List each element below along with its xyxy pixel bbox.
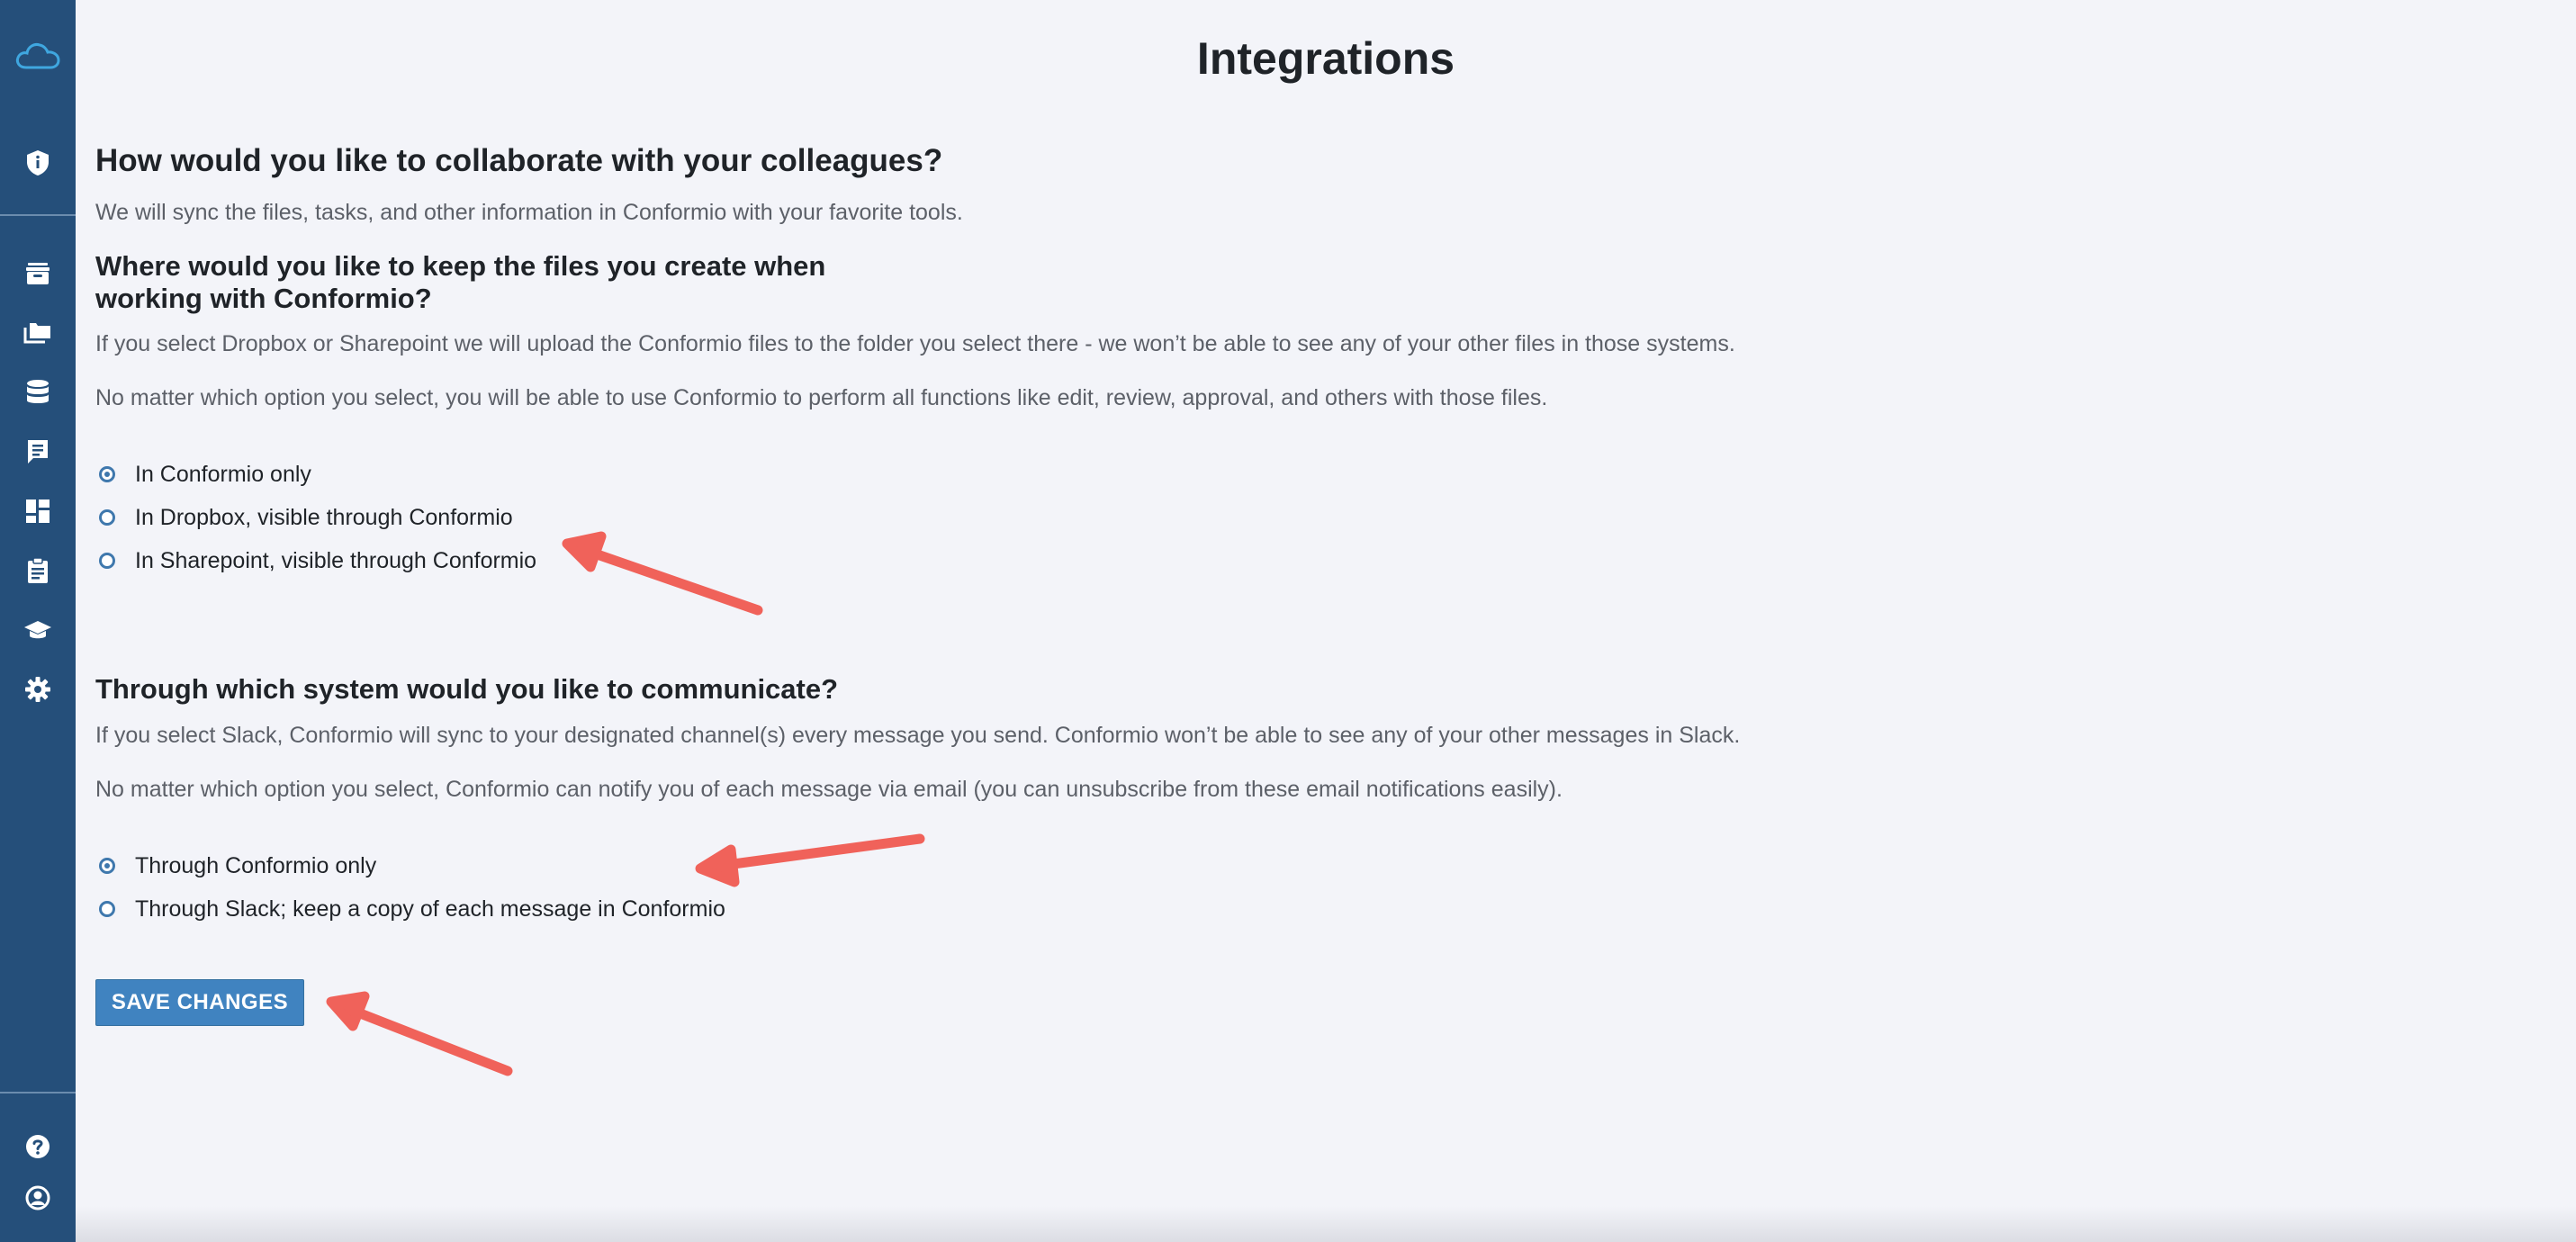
sidebar bbox=[0, 0, 76, 1242]
files-heading-line2: working with Conformio? bbox=[95, 283, 432, 314]
gear-icon[interactable] bbox=[0, 667, 76, 712]
clipboard-icon[interactable] bbox=[0, 548, 76, 593]
files-heading-line1: Where would you like to keep the files y… bbox=[95, 250, 826, 282]
radio-option-conformio-messaging[interactable]: Through Conformio only bbox=[99, 848, 376, 884]
communicate-note: No matter which option you select, Confo… bbox=[95, 777, 1563, 802]
files-heading: Where would you like to keep the files y… bbox=[95, 250, 905, 315]
save-changes-button[interactable]: SAVE CHANGES bbox=[95, 979, 304, 1026]
intro-text: We will sync the files, tasks, and other… bbox=[95, 200, 963, 225]
database-icon[interactable] bbox=[0, 370, 76, 415]
radio-label: In Conformio only bbox=[135, 461, 311, 487]
shield-info-icon[interactable] bbox=[0, 140, 76, 185]
sidebar-divider bbox=[0, 214, 76, 216]
communicate-heading: Through which system would you like to c… bbox=[95, 673, 839, 705]
radio-label: Through Conformio only bbox=[135, 852, 377, 878]
cloud-logo-icon[interactable] bbox=[0, 34, 76, 79]
radio-option-conformio-only[interactable]: In Conformio only bbox=[99, 456, 311, 492]
communicate-description: If you select Slack, Conformio will sync… bbox=[95, 723, 1741, 748]
collaborate-heading: How would you like to collaborate with y… bbox=[95, 143, 943, 178]
radio-button[interactable] bbox=[99, 553, 115, 569]
sidebar-divider bbox=[0, 1092, 76, 1094]
main-content: Integrations How would you like to colla… bbox=[76, 0, 2576, 1242]
radio-label: In Sharepoint, visible through Conformio bbox=[135, 547, 537, 573]
radio-option-slack[interactable]: Through Slack; keep a copy of each messa… bbox=[99, 891, 725, 927]
page-title: Integrations bbox=[1196, 33, 1455, 84]
radio-button[interactable] bbox=[99, 509, 115, 526]
user-account-icon[interactable] bbox=[0, 1175, 76, 1220]
archive-icon[interactable] bbox=[0, 251, 76, 296]
radio-option-sharepoint[interactable]: In Sharepoint, visible through Conformio bbox=[99, 543, 536, 579]
radio-button[interactable] bbox=[99, 466, 115, 482]
files-note: No matter which option you select, you w… bbox=[95, 385, 1548, 410]
folders-icon[interactable] bbox=[0, 310, 76, 356]
radio-button[interactable] bbox=[99, 858, 115, 874]
radio-button[interactable] bbox=[99, 901, 115, 917]
radio-label: Through Slack; keep a copy of each messa… bbox=[135, 896, 725, 922]
radio-label: In Dropbox, visible through Conformio bbox=[135, 504, 513, 530]
radio-option-dropbox[interactable]: In Dropbox, visible through Conformio bbox=[99, 500, 513, 536]
dashboard-icon[interactable] bbox=[0, 489, 76, 534]
files-description: If you select Dropbox or Sharepoint we w… bbox=[95, 331, 1735, 356]
comments-icon[interactable] bbox=[0, 429, 76, 474]
graduation-cap-icon[interactable] bbox=[0, 608, 76, 652]
help-icon[interactable] bbox=[0, 1124, 76, 1169]
